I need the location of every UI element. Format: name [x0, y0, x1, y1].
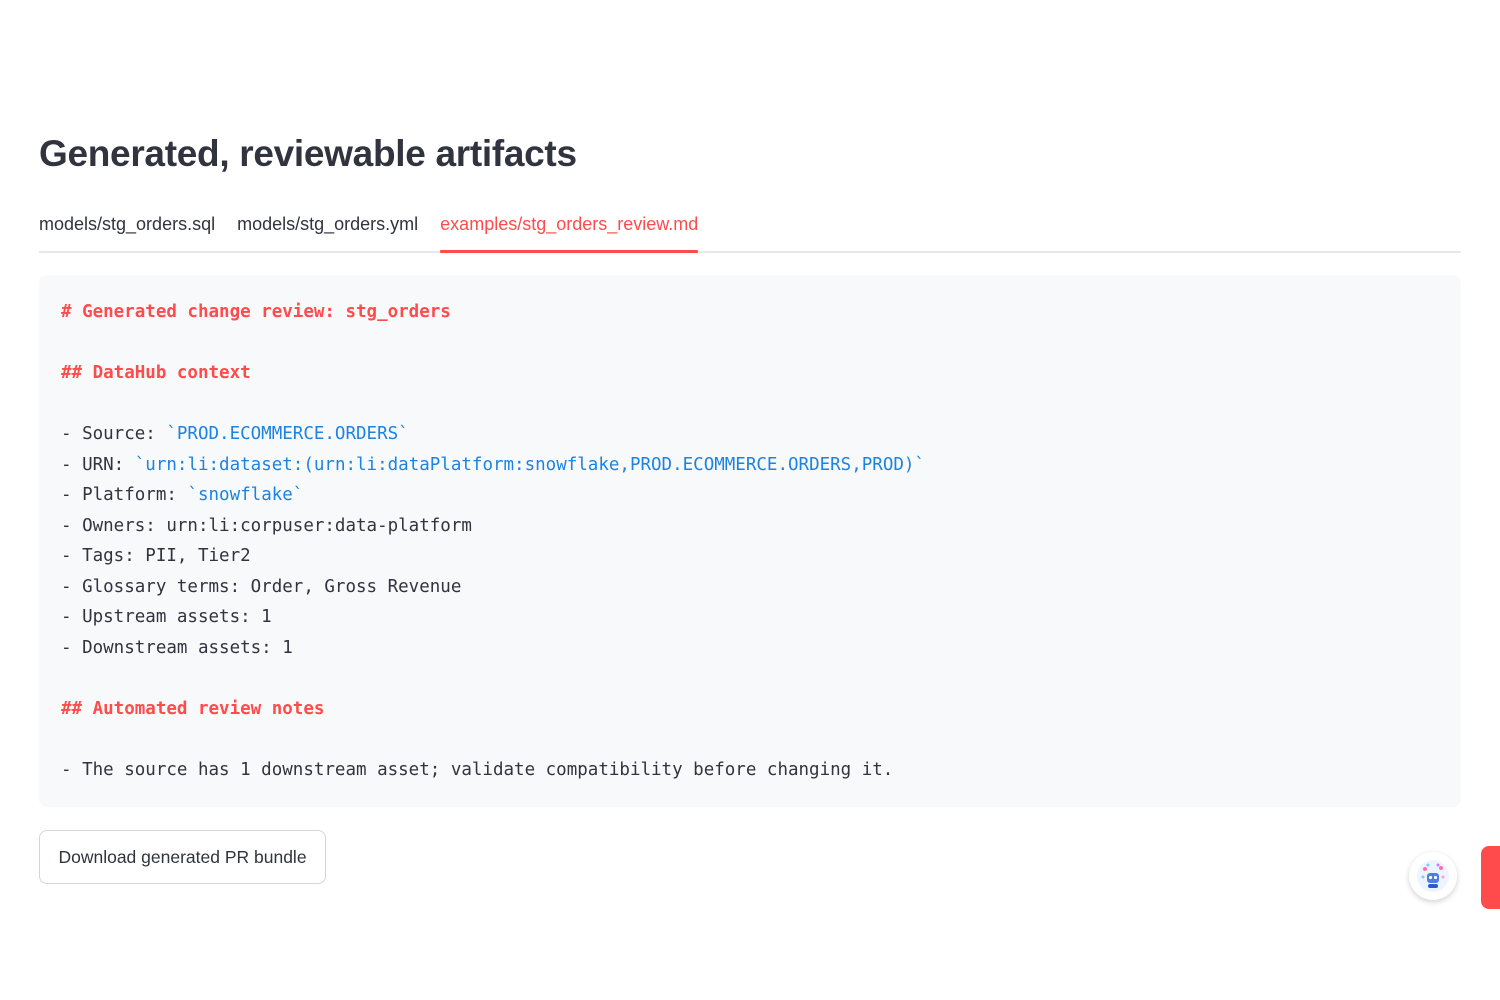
tab-stg-orders-yml[interactable]: models/stg_orders.yml	[237, 214, 418, 251]
context-heading: ## DataHub context	[61, 363, 251, 383]
owners-line: - Owners: urn:li:corpuser:data-platform	[61, 515, 472, 536]
page-title: Generated, reviewable artifacts	[39, 133, 577, 174]
urn-value: `urn:li:dataset:(urn:li:dataPlatform:sno…	[134, 454, 925, 475]
upstream-line: - Upstream assets: 1	[61, 607, 272, 627]
download-pr-bundle-button[interactable]: Download generated PR bundle	[39, 830, 326, 884]
note-line: - The source has 1 downstream asset; val…	[61, 759, 894, 780]
source-value: `PROD.ECOMMERCE.ORDERS`	[166, 424, 409, 444]
platform-line: - Platform: `snowflake`	[61, 480, 1439, 511]
notes-heading: ## Automated review notes	[61, 698, 325, 719]
source-label: - Source:	[61, 424, 167, 444]
downstream-line: - Downstream assets: 1	[61, 637, 293, 658]
platform-value: `snowflake`	[187, 485, 304, 505]
page: Generated, reviewable artifacts models/s…	[0, 0, 1500, 1000]
source-line: - Source: `PROD.ECOMMERCE.ORDERS`	[61, 419, 1439, 450]
tab-stg-orders-sql[interactable]: models/stg_orders.sql	[39, 214, 215, 251]
urn-line: - URN: `urn:li:dataset:(urn:li:dataPlatf…	[61, 450, 1439, 481]
side-panel-tab[interactable]	[1481, 846, 1500, 909]
tab-stg-orders-review-md[interactable]: examples/stg_orders_review.md	[440, 214, 699, 253]
review-title: # Generated change review: stg_orders	[61, 302, 451, 322]
assistant-avatar-icon[interactable]	[1409, 852, 1457, 900]
tags-line: - Tags: PII, Tier2	[61, 546, 251, 566]
glossary-line: - Glossary terms: Order, Gross Revenue	[61, 576, 462, 597]
review-code-block: # Generated change review: stg_orders ##…	[39, 275, 1461, 807]
platform-label: - Platform:	[61, 485, 188, 505]
urn-label: - URN:	[61, 454, 135, 475]
artifact-tabs: models/stg_orders.sql models/stg_orders.…	[39, 202, 1461, 253]
assistant-avatar-graphic	[1417, 860, 1449, 892]
